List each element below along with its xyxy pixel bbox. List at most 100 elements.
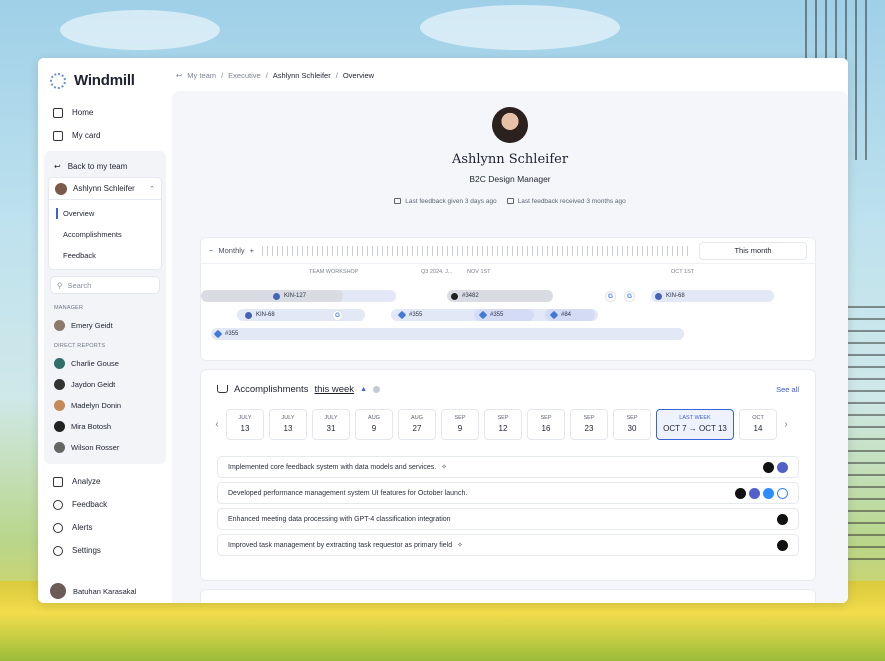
timeline-item[interactable]: #84: [545, 309, 595, 321]
week-day: 16: [541, 423, 551, 433]
avatar: [50, 583, 66, 599]
cloud-decoration: [60, 10, 220, 50]
report-item[interactable]: Jaydon Geidt: [48, 374, 162, 395]
breadcrumb-separator: /: [335, 70, 338, 80]
back-arrow-icon[interactable]: ↩: [176, 71, 182, 80]
week-chip[interactable]: SEP 9: [441, 408, 479, 440]
week-chip[interactable]: JULY 13: [269, 408, 307, 440]
person-selector[interactable]: Ashlynn Schleifer ⌃: [48, 177, 162, 199]
current-user[interactable]: Batuhan Karasakal: [44, 583, 142, 599]
accomplishment-item[interactable]: Developed performance management system …: [217, 482, 799, 504]
direct-reports-label: DIRECT REPORTS: [54, 343, 106, 349]
week-month: JULY: [324, 414, 338, 421]
zoom-out-button[interactable]: −: [209, 246, 213, 255]
report-item[interactable]: Charlie Gouse: [48, 353, 162, 374]
chevron-right-icon[interactable]: ›: [782, 419, 790, 430]
subnav-feedback[interactable]: Feedback: [49, 245, 161, 266]
accomplishment-text: Improved task management by extracting t…: [228, 541, 453, 549]
timeline-label: Q3 2024, J...: [421, 269, 453, 275]
brand[interactable]: Windmill: [44, 70, 166, 101]
manager-item[interactable]: Emery Geidt: [48, 315, 162, 336]
subnav-overview[interactable]: Overview: [49, 203, 161, 224]
google-icon[interactable]: G: [332, 310, 343, 321]
week-chip[interactable]: JULY 13: [226, 408, 264, 440]
info-icon[interactable]: [373, 385, 380, 393]
week-chip[interactable]: JULY 31: [312, 408, 350, 440]
timeline-item-fill: KIN-127: [201, 290, 343, 302]
feedback-given: Last feedback given 3 days ago: [394, 198, 497, 205]
profile-header: Ashlynn Schleifer B2C Design Manager Las…: [172, 107, 848, 205]
timeline-item[interactable]: #355: [474, 309, 534, 321]
breadcrumb-separator: /: [221, 70, 224, 80]
report-item[interactable]: Madelyn Donin: [48, 395, 162, 416]
current-user-name: Batuhan Karasakal: [73, 586, 137, 596]
crown-icon: [217, 385, 228, 393]
feedback-given-text: Last feedback given 3 days ago: [405, 198, 497, 205]
avatar: [54, 358, 65, 369]
google-icon[interactable]: G: [624, 291, 635, 302]
timeline-panel: − Monthly + This month TEAM WORKSHOP Q3 …: [200, 237, 816, 361]
week-chip[interactable]: AUG 27: [398, 408, 436, 440]
accomplishment-item[interactable]: Implemented core feedback system with da…: [217, 456, 799, 478]
nav-label: My card: [72, 131, 101, 140]
week-chip[interactable]: SEP 12: [484, 408, 522, 440]
week-chip[interactable]: SEP 23: [570, 408, 608, 440]
source-icons: [777, 539, 788, 551]
back-arrow-icon: ↩: [54, 161, 61, 171]
timeline-item[interactable]: KIN-68: [651, 290, 774, 302]
jira-icon: [478, 310, 488, 320]
week-month: SEP: [583, 414, 595, 421]
week-chip[interactable]: AUG 9: [355, 408, 393, 440]
back-to-team-button[interactable]: ↩ Back to my team: [48, 155, 162, 177]
timeline-scrubber[interactable]: [262, 245, 691, 256]
nav-analyze[interactable]: Analyze: [44, 470, 166, 493]
google-icon[interactable]: G: [605, 291, 616, 302]
linear-icon: [655, 292, 662, 300]
nav-my-card[interactable]: My card: [44, 124, 166, 147]
range-handle[interactable]: This month: [699, 241, 807, 260]
feedback-received: Last feedback received 3 months ago: [506, 198, 626, 205]
week-chip[interactable]: SEP 30: [613, 408, 651, 440]
accomplishment-item[interactable]: Improved task management by extracting t…: [217, 534, 799, 556]
report-item[interactable]: Wilson Rosser: [48, 437, 162, 458]
timeline-item[interactable]: KIN-68: [237, 309, 365, 321]
breadcrumb-item[interactable]: My team: [187, 71, 216, 80]
week-chip-selected[interactable]: LAST WEEK OCT 7 → OCT 13: [656, 408, 734, 440]
see-all-link[interactable]: See all: [776, 385, 799, 394]
week-chip[interactable]: OCT 14: [739, 408, 777, 440]
secondary-nav: Analyze Feedback Alerts Settings: [44, 470, 166, 562]
week-month: AUG: [411, 414, 423, 421]
breadcrumb-item[interactable]: Executive: [228, 71, 261, 80]
timeline-item[interactable]: #355: [211, 328, 684, 340]
caret-up-icon[interactable]: ▲: [360, 386, 367, 393]
week-month: OCT: [752, 414, 764, 421]
zoom-in-button[interactable]: +: [250, 246, 254, 255]
app-name: Windmill: [74, 72, 135, 89]
period-selector[interactable]: this week: [314, 384, 354, 395]
week-day: 31: [326, 423, 336, 433]
timeline-item-label: #355: [490, 312, 504, 318]
timeline-item[interactable]: KIN-127: [201, 290, 396, 302]
timeline-label: OCT 1ST: [671, 269, 695, 275]
week-month: SEP: [540, 414, 552, 421]
timeline-toolbar: − Monthly + This month: [201, 238, 815, 264]
subnav-accomplishments[interactable]: Accomplishments: [49, 224, 161, 245]
app-window: Windmill Home My card ↩ Back to my team …: [38, 58, 848, 603]
nav-home[interactable]: Home: [44, 101, 166, 124]
nav-settings[interactable]: Settings: [44, 539, 166, 562]
nav-feedback[interactable]: Feedback: [44, 493, 166, 516]
breadcrumb-item[interactable]: Ashlynn Schleifer: [273, 71, 331, 80]
accomplishments-list: Implemented core feedback system with da…: [201, 440, 815, 556]
linear-icon: [749, 487, 760, 499]
week-chip[interactable]: SEP 16: [527, 408, 565, 440]
search-input[interactable]: ⚲ Search: [50, 276, 160, 294]
breadcrumb: ↩ My team / Executive / Ashlynn Schleife…: [172, 68, 848, 82]
accomplishment-item[interactable]: Enhanced meeting data processing with GP…: [217, 508, 799, 530]
timeline-item[interactable]: #3482: [447, 290, 553, 302]
back-label: Back to my team: [67, 161, 128, 171]
member-name: Madelyn Donin: [71, 401, 122, 410]
report-item[interactable]: Mira Botosh: [48, 416, 162, 437]
week-day: 12: [498, 423, 508, 433]
chevron-left-icon[interactable]: ‹: [213, 419, 221, 430]
nav-alerts[interactable]: Alerts: [44, 516, 166, 539]
